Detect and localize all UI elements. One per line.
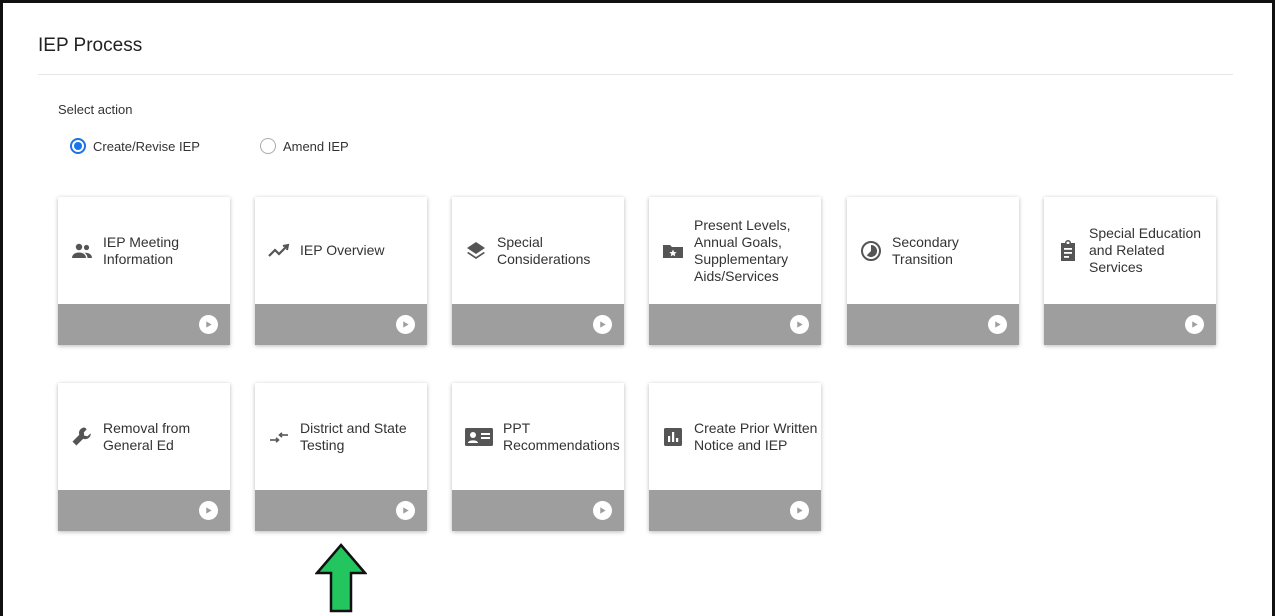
tile-body: IEP Meeting Information: [58, 197, 230, 304]
tile-footer: [452, 490, 624, 531]
tile-special-education-related-services[interactable]: Special Education and Related Services: [1044, 197, 1216, 345]
tile-footer: [255, 304, 427, 345]
radio-label: Amend IEP: [282, 138, 349, 154]
tile-label: Special Education and Related Services: [1089, 225, 1202, 275]
tile-district-state-testing[interactable]: District and State Testing: [255, 383, 427, 531]
tile-footer: [58, 490, 230, 531]
title-divider: [38, 74, 1233, 75]
tile-label: IEP Overview: [300, 242, 385, 258]
folder-star-icon: [661, 239, 685, 263]
tile-body: IEP Overview: [255, 197, 427, 304]
bar-chart-icon: [661, 425, 685, 449]
tile-label: District and State Testing: [300, 419, 407, 453]
tile-body: District and State Testing: [255, 383, 427, 490]
radio-create-revise-iep[interactable]: Create/Revise IEP: [70, 138, 200, 154]
layers-icon: [464, 239, 488, 263]
tile-iep-meeting-information[interactable]: IEP Meeting Information: [58, 197, 230, 345]
tile-label: IEP Meeting Information: [103, 233, 180, 267]
tile-footer: [847, 304, 1019, 345]
tile-body: Create Prior Written Notice and IEP: [649, 383, 821, 490]
timelapse-icon: [859, 239, 883, 263]
action-radio-group: Create/Revise IEP Amend IEP: [70, 138, 349, 154]
play-icon[interactable]: [593, 501, 612, 520]
play-icon[interactable]: [790, 315, 809, 334]
tile-body: Special Education and Related Services: [1044, 197, 1216, 304]
tile-body: Present Levels, Annual Goals, Supplement…: [649, 197, 821, 304]
clipboard-icon: [1056, 239, 1080, 263]
radio-amend-iep[interactable]: Amend IEP: [259, 138, 349, 154]
id-card-icon: [464, 425, 494, 449]
tile-label: Present Levels, Annual Goals, Supplement…: [694, 216, 791, 284]
tile-footer: [255, 490, 427, 531]
tile-label: Removal from General Ed: [103, 419, 191, 453]
tile-removal-from-general-ed[interactable]: Removal from General Ed: [58, 383, 230, 531]
green-pointer-arrow-icon: [315, 543, 367, 613]
tile-label: Create Prior Written Notice and IEP: [694, 419, 818, 453]
play-icon[interactable]: [396, 501, 415, 520]
tile-create-prior-written-notice[interactable]: Create Prior Written Notice and IEP: [649, 383, 821, 531]
tile-ppt-recommendations[interactable]: PPT Recommendations: [452, 383, 624, 531]
play-icon[interactable]: [396, 315, 415, 334]
play-icon[interactable]: [593, 315, 612, 334]
page-title: IEP Process: [38, 35, 143, 56]
swap-arrows-icon: [267, 425, 291, 449]
play-icon[interactable]: [199, 315, 218, 334]
tile-footer: [649, 490, 821, 531]
tile-footer: [1044, 304, 1216, 345]
people-icon: [70, 239, 94, 263]
play-icon[interactable]: [790, 501, 809, 520]
tile-present-levels-goals-services[interactable]: Present Levels, Annual Goals, Supplement…: [649, 197, 821, 345]
play-icon[interactable]: [1185, 315, 1204, 334]
play-icon[interactable]: [199, 501, 218, 520]
radio-indicator: [259, 138, 276, 154]
tile-body: Special Considerations: [452, 197, 624, 304]
radio-indicator: [70, 138, 86, 154]
tile-footer: [58, 304, 230, 345]
wrench-icon: [70, 425, 94, 449]
tile-iep-overview[interactable]: IEP Overview: [255, 197, 427, 345]
tile-label: PPT Recommendations: [503, 419, 620, 453]
tile-label: Secondary Transition: [892, 233, 959, 267]
tile-secondary-transition[interactable]: Secondary Transition: [847, 197, 1019, 345]
tile-special-considerations[interactable]: Special Considerations: [452, 197, 624, 345]
tile-body: Secondary Transition: [847, 197, 1019, 304]
tile-label: Special Considerations: [497, 233, 591, 267]
play-icon[interactable]: [988, 315, 1007, 334]
select-action-label: Select action: [58, 102, 133, 117]
tile-footer: [649, 304, 821, 345]
trend-line-icon: [267, 239, 291, 263]
radio-label: Create/Revise IEP: [93, 138, 200, 154]
tile-body: PPT Recommendations: [452, 383, 624, 490]
tile-footer: [452, 304, 624, 345]
tile-body: Removal from General Ed: [58, 383, 230, 490]
